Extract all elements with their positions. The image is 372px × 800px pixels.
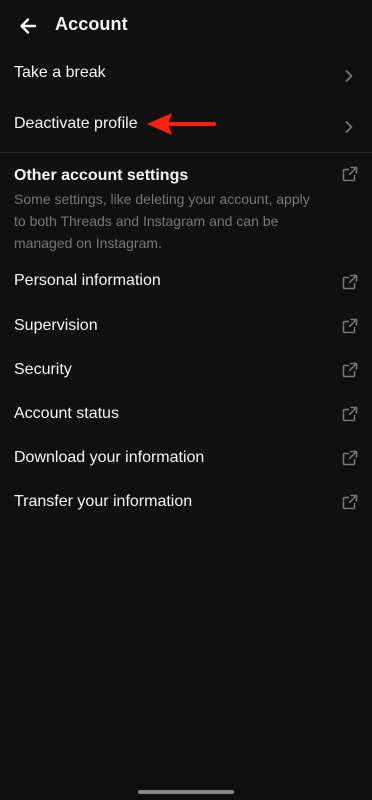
supervision-row[interactable]: Supervision <box>0 304 372 348</box>
external-link-icon <box>342 406 358 422</box>
account-status-row[interactable]: Account status <box>0 392 372 436</box>
take-a-break-label: Take a break <box>14 64 106 81</box>
external-link-icon <box>342 362 358 378</box>
back-button[interactable] <box>14 12 42 40</box>
external-link-icon <box>342 450 358 466</box>
take-a-break-row[interactable]: Take a break <box>0 52 372 96</box>
section-title: Other account settings <box>14 167 189 184</box>
download-your-information-row[interactable]: Download your information <box>0 436 372 480</box>
deactivate-profile-label: Deactivate profile <box>14 115 138 132</box>
page-title: Account <box>55 14 128 34</box>
chevron-right-icon <box>345 121 353 133</box>
external-link-icon <box>342 318 358 334</box>
external-link-icon <box>342 166 358 182</box>
app-header: Account <box>0 0 372 50</box>
transfer-your-information-label: Transfer your information <box>14 493 193 510</box>
section-divider <box>0 152 372 153</box>
download-your-information-label: Download your information <box>14 449 205 466</box>
transfer-your-information-row[interactable]: Transfer your information <box>0 480 372 524</box>
account-status-label: Account status <box>14 405 119 422</box>
personal-information-label: Personal information <box>14 272 161 289</box>
external-link-icon <box>342 494 358 510</box>
chevron-right-icon <box>345 70 353 82</box>
personal-information-row[interactable]: Personal information <box>0 260 372 304</box>
security-row[interactable]: Security <box>0 348 372 392</box>
red-arrow-annotation <box>147 113 216 135</box>
section-description: Some settings, like deleting your accoun… <box>14 191 310 251</box>
arrow-left-icon <box>20 18 37 34</box>
home-indicator[interactable] <box>138 790 234 794</box>
security-label: Security <box>14 361 72 378</box>
supervision-label: Supervision <box>14 317 98 334</box>
external-link-icon <box>342 274 358 290</box>
